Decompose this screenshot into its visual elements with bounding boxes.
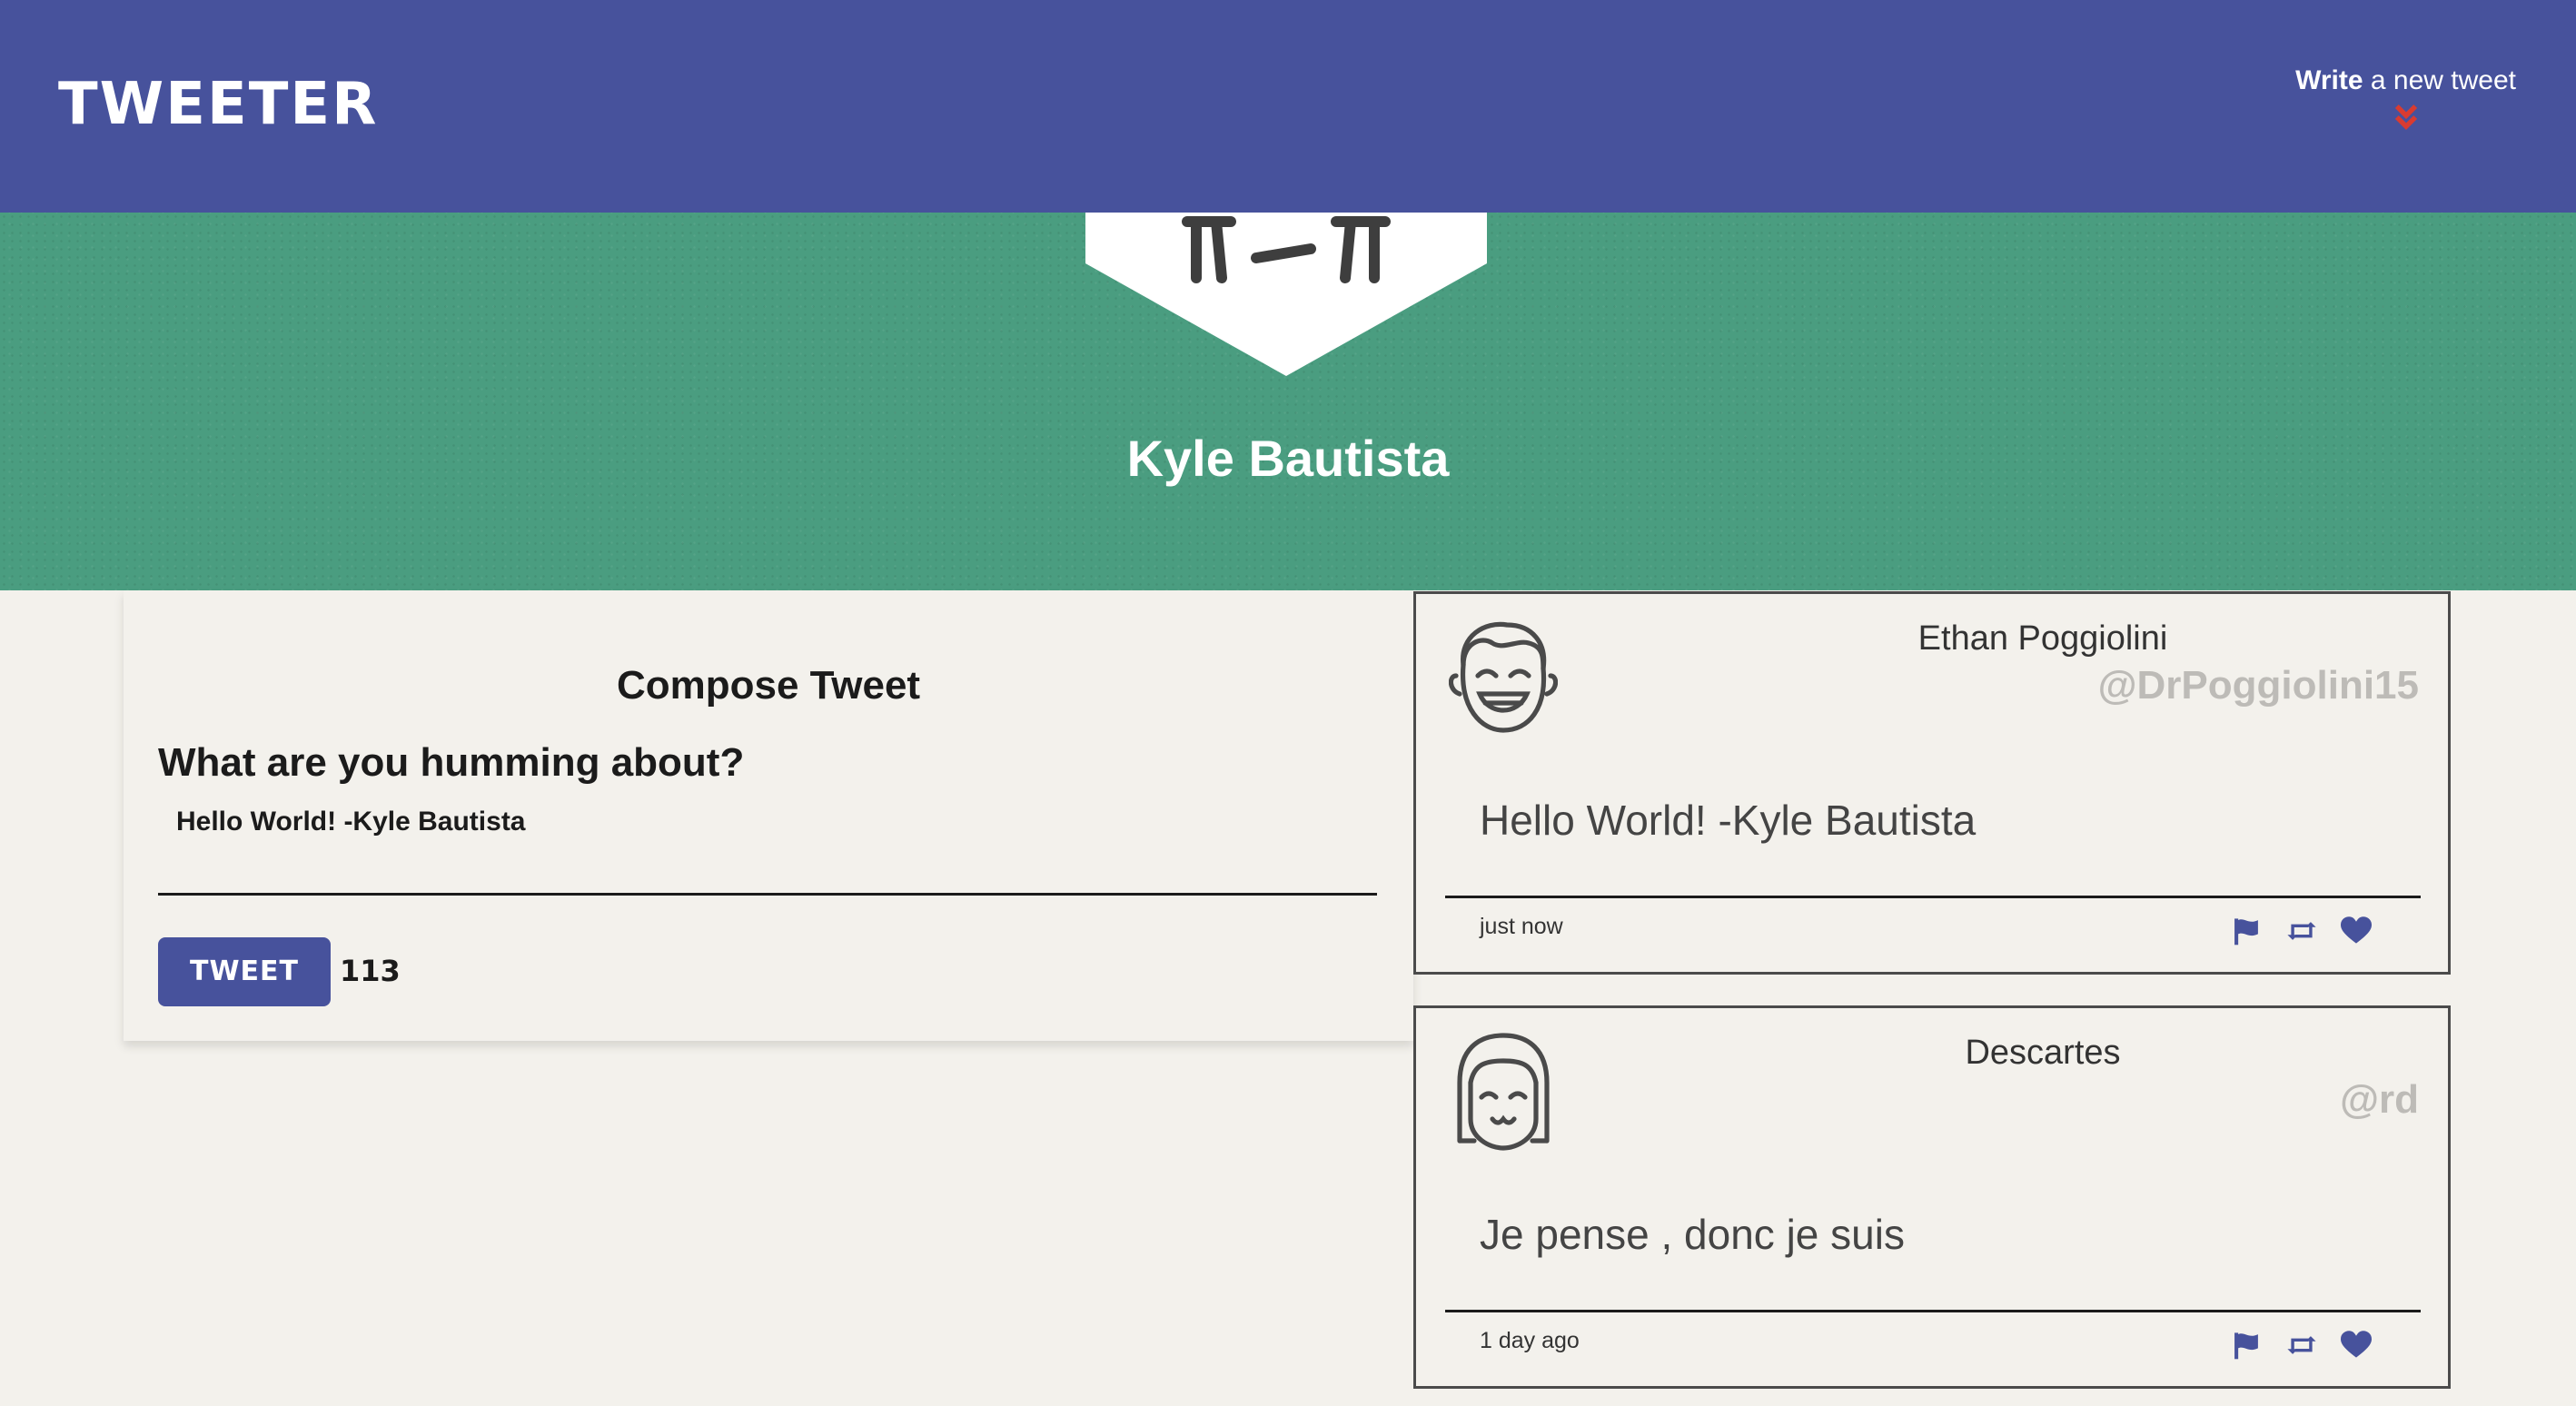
tweet-timestamp: 1 day ago	[1480, 1328, 1580, 1353]
tweet-card: Descartes @rd Je pense , donc je suis 1 …	[1413, 1005, 2451, 1389]
tweet-content: Je pense , donc je suis	[1480, 1211, 1905, 1258]
user-avatar-icon	[1449, 621, 1558, 733]
tweet-divider	[1445, 896, 2421, 898]
profile-name: Kyle Bautista	[1126, 430, 1450, 487]
tweet-content: Hello World! -Kyle Bautista	[1480, 797, 1977, 844]
input-underline	[158, 893, 1377, 896]
tweet-author-name: Descartes	[1965, 1034, 2121, 1072]
write-label: Write	[2295, 65, 2363, 95]
compose-tweet-panel: Compose Tweet What are you humming about…	[124, 590, 1413, 1041]
compose-prompt: What are you humming about?	[158, 740, 745, 785]
tweet-button[interactable]: TWEET	[158, 937, 331, 1006]
top-nav: TWEETER Write a new tweet	[0, 0, 2576, 213]
write-new-tweet-link[interactable]: Write a new tweet	[2295, 65, 2516, 133]
app-logo[interactable]: TWEETER	[58, 71, 378, 138]
compose-title: Compose Tweet	[616, 663, 921, 708]
tweet-actions	[2232, 1330, 2372, 1361]
double-chevron-down-icon	[2394, 104, 2417, 131]
tweet-author-handle: @DrPoggiolini15	[2097, 663, 2419, 708]
tweet-card: Ethan Poggiolini @DrPoggiolini15 Hello W…	[1413, 591, 2451, 975]
tweet-author-handle: @rd	[2340, 1077, 2419, 1122]
tweet-author-name: Ethan Poggiolini	[1917, 619, 2168, 658]
tweet-text-input[interactable]: Hello World! -Kyle Bautista	[176, 807, 1339, 852]
user-avatar-icon	[1457, 1033, 1550, 1151]
retweet-icon[interactable]	[2286, 1330, 2317, 1361]
profile-header: Kyle Bautista	[0, 213, 2576, 590]
tweet-actions	[2232, 916, 2372, 946]
heart-icon[interactable]	[2341, 1330, 2372, 1361]
tweet-timestamp: just now	[1480, 914, 1563, 939]
retweet-icon[interactable]	[2286, 916, 2317, 946]
heart-icon[interactable]	[2341, 916, 2372, 946]
profile-avatar	[1085, 213, 1487, 376]
character-counter: 113	[340, 954, 401, 988]
flag-icon[interactable]	[2232, 916, 2263, 946]
flag-icon[interactable]	[2232, 1330, 2263, 1361]
tweet-divider	[1445, 1310, 2421, 1312]
new-tweet-label: a new tweet	[2363, 65, 2516, 95]
